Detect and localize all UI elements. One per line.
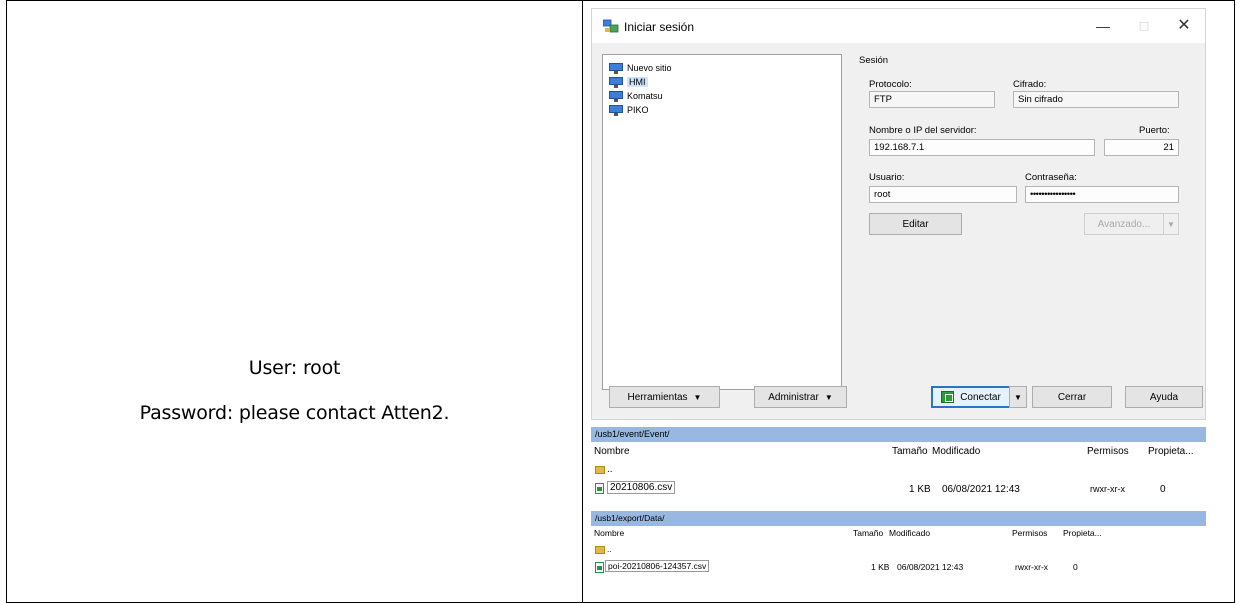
column-header-name[interactable]: Nombre: [594, 528, 624, 538]
encryption-label: Cifrado:: [1013, 79, 1047, 90]
monitor-icon: [609, 62, 623, 74]
site-item-komatsu[interactable]: Komatsu: [609, 89, 663, 103]
column-header-size[interactable]: Tamaño: [892, 446, 928, 457]
chevron-down-icon: ▼: [824, 392, 833, 402]
file-permissions: rwxr-xr-x: [1015, 562, 1049, 572]
connect-button[interactable]: Conectar: [931, 386, 1011, 408]
site-label: Komatsu: [627, 91, 663, 101]
column-header-owner[interactable]: Propieta...: [1148, 446, 1194, 457]
site-item-nuevo-sitio[interactable]: Nuevo sitio: [609, 61, 672, 75]
password-field[interactable]: ••••••••••••••••: [1025, 186, 1179, 203]
file-size: 1 KB: [871, 562, 890, 572]
connect-icon: [941, 391, 955, 403]
port-label: Puerto:: [1139, 125, 1170, 136]
monitor-icon: [609, 76, 623, 88]
table-divider: [582, 1, 583, 603]
remote-path-bar[interactable]: /usb1/event/Event/: [591, 427, 1206, 442]
remote-path-bar[interactable]: /usb1/export/Data/: [591, 511, 1206, 526]
dialog-title: Iniciar sesión: [624, 20, 695, 34]
file-name[interactable]: poi-20210806-124357.csv: [605, 560, 710, 572]
minimize-button[interactable]: —: [1087, 15, 1119, 37]
site-item-piko[interactable]: PIKO: [609, 103, 649, 117]
column-header-permissions[interactable]: Permisos: [1012, 528, 1047, 538]
tools-button[interactable]: Herramientas ▼: [609, 386, 720, 408]
monitor-icon: [609, 90, 623, 102]
connect-dropdown-button[interactable]: ▼: [1009, 386, 1027, 408]
credentials-cell: User: root Password: please contact Atte…: [7, 1, 582, 602]
file-owner: 0: [1073, 562, 1078, 572]
screenshot-region: Iniciar sesión — □ ✕ Nuevo sitio HMI Kom…: [591, 8, 1206, 596]
file-permissions: rwxr-xr-x: [1090, 484, 1125, 494]
file-name[interactable]: 20210806.csv: [607, 481, 676, 494]
column-header-modified[interactable]: Modificado: [889, 528, 930, 538]
folder-up-icon: [595, 546, 605, 554]
column-header-permissions[interactable]: Permisos: [1087, 446, 1129, 457]
edit-button[interactable]: Editar: [869, 213, 962, 235]
port-field[interactable]: 21: [1104, 139, 1179, 156]
user-label: Usuario:: [869, 172, 905, 183]
connect-button-label: Conectar: [960, 391, 1001, 403]
csv-file-icon: [595, 483, 604, 494]
title-bar[interactable]: Iniciar sesión — □ ✕: [592, 9, 1205, 43]
maximize-button[interactable]: □: [1128, 15, 1160, 37]
column-header-owner[interactable]: Propieta...: [1063, 528, 1102, 538]
user-credential-text: User: root: [248, 357, 341, 379]
app-icon: [603, 19, 619, 33]
close-button[interactable]: Cerrar: [1032, 386, 1112, 408]
monitor-icon: [609, 104, 623, 116]
csv-file-icon: [595, 562, 604, 573]
parent-directory[interactable]: ..: [607, 544, 612, 554]
column-header-size[interactable]: Tamaño: [853, 528, 883, 538]
close-icon[interactable]: ✕: [1168, 15, 1200, 37]
file-modified: 06/08/2021 12:43: [897, 562, 964, 572]
protocol-field[interactable]: FTP: [869, 91, 995, 108]
parent-directory[interactable]: ..: [607, 464, 613, 475]
manage-button[interactable]: Administrar ▼: [754, 386, 847, 408]
advanced-dropdown-button[interactable]: ▼: [1163, 213, 1179, 235]
file-modified: 06/08/2021 12:43: [942, 484, 1020, 495]
site-label: Nuevo sitio: [627, 63, 672, 73]
column-header-name[interactable]: Nombre: [594, 446, 630, 457]
login-dialog: Iniciar sesión — □ ✕ Nuevo sitio HMI Kom…: [591, 8, 1206, 420]
protocol-label: Protocolo:: [869, 79, 912, 90]
session-heading: Sesión: [859, 55, 889, 66]
advanced-button[interactable]: Avanzado...: [1084, 213, 1164, 235]
password-credential-text: Password: please contact Atten2.: [139, 402, 450, 424]
site-label: HMI: [627, 77, 648, 87]
user-field[interactable]: root: [869, 186, 1017, 203]
folder-up-icon: [595, 466, 605, 474]
help-button[interactable]: Ayuda: [1125, 386, 1203, 408]
column-header-modified[interactable]: Modificado: [932, 446, 980, 457]
host-field[interactable]: 192.168.7.1: [869, 139, 1095, 156]
manage-button-label: Administrar: [768, 391, 819, 403]
file-owner: 0: [1160, 484, 1166, 495]
host-label: Nombre o IP del servidor:: [869, 125, 977, 136]
password-label: Contraseña:: [1025, 172, 1077, 183]
site-label: PIKO: [627, 105, 649, 115]
site-tree[interactable]: Nuevo sitio HMI Komatsu PIKO: [602, 54, 842, 390]
site-item-hmi[interactable]: HMI: [609, 75, 648, 89]
file-size: 1 KB: [909, 484, 931, 495]
encryption-field[interactable]: Sin cifrado: [1013, 91, 1179, 108]
tools-button-label: Herramientas: [627, 391, 688, 403]
chevron-down-icon: ▼: [693, 392, 702, 402]
